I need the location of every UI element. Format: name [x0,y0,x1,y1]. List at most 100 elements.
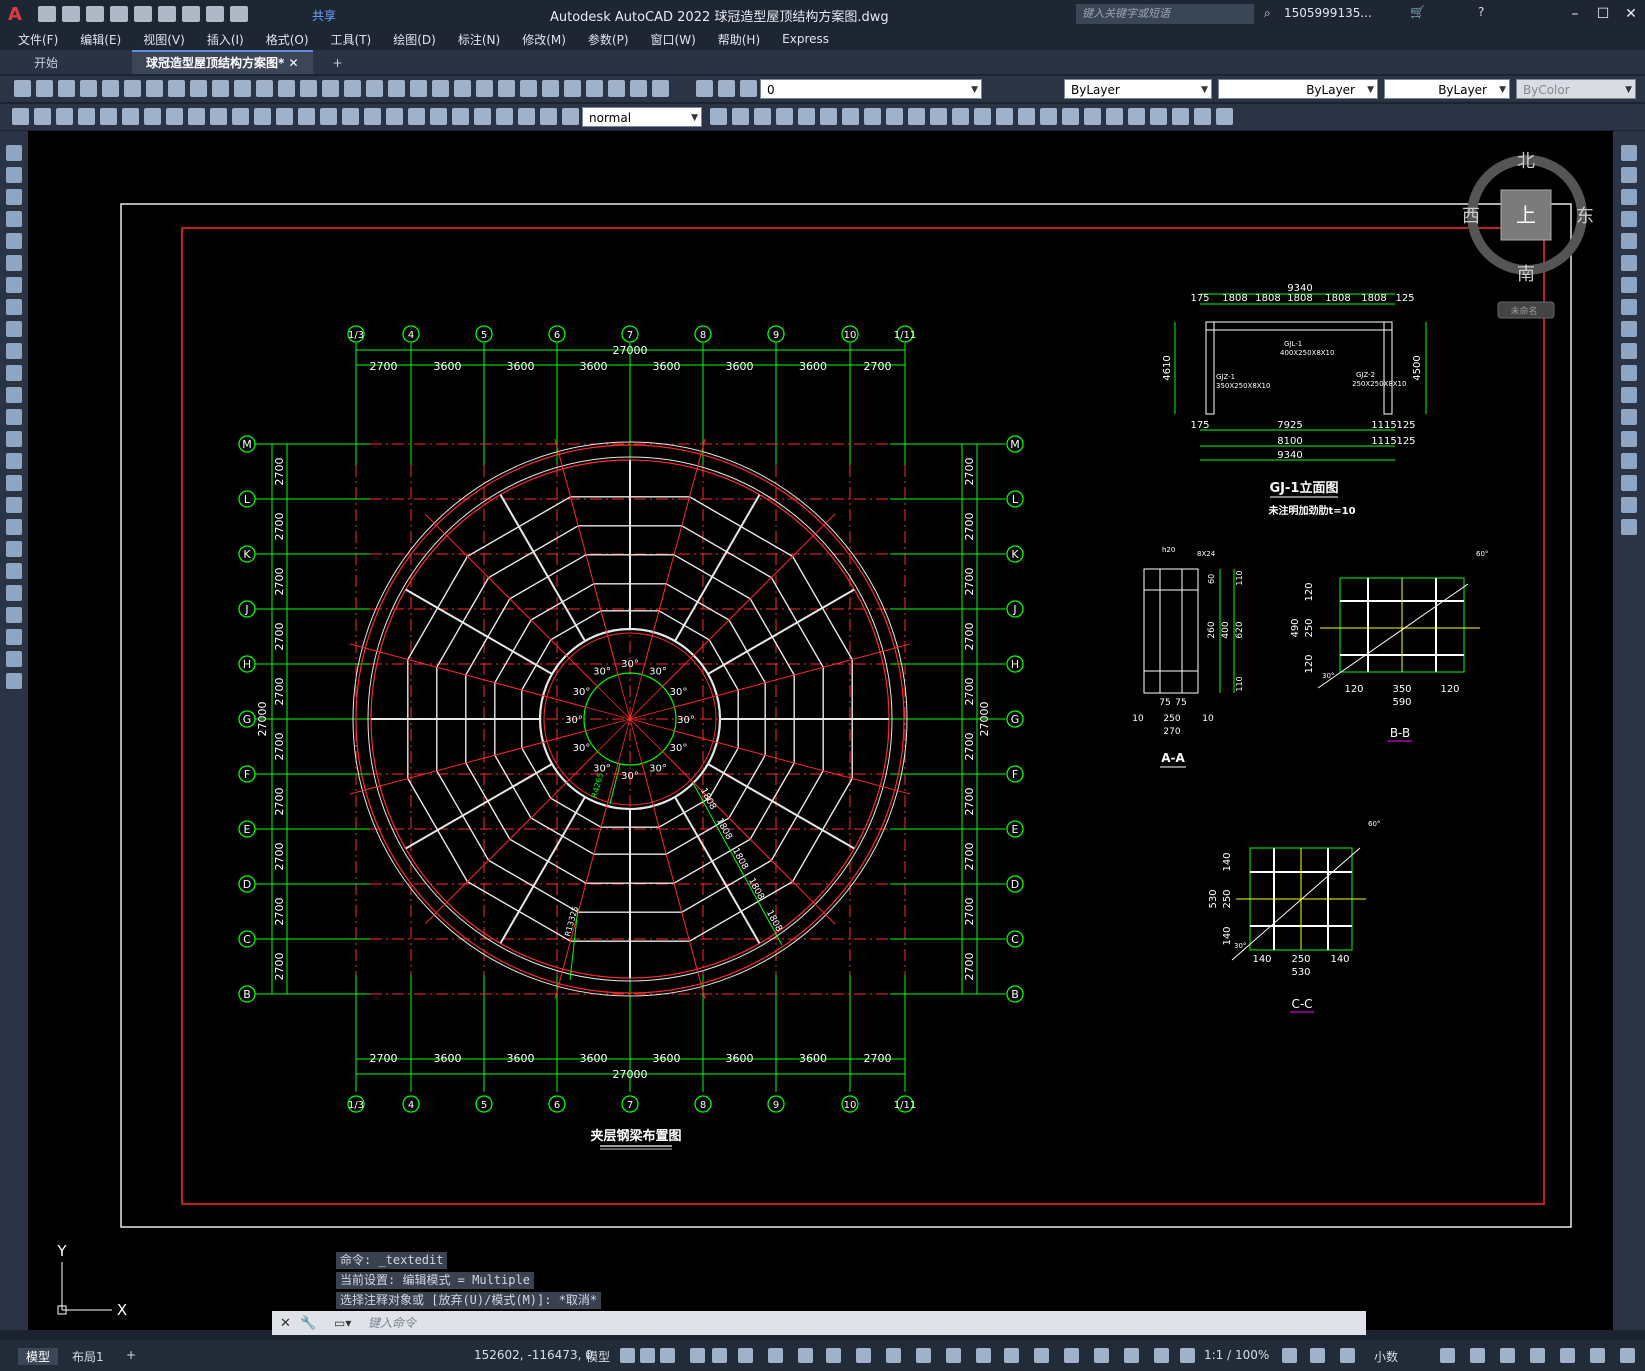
menu-express[interactable]: Express [782,32,829,46]
toolbar-tool-icon[interactable] [452,108,469,125]
toolbar-tool-icon[interactable] [166,108,183,125]
toolbar-tool-icon[interactable] [1106,108,1123,125]
toolbar-tool-icon[interactable] [476,80,493,97]
draw-tool-icon[interactable] [6,277,22,293]
open-web-icon[interactable] [134,6,152,22]
status-toggle-icon[interactable] [738,1348,753,1363]
status-toggle-icon[interactable] [1004,1348,1019,1363]
toolbar-tool-icon[interactable] [366,80,383,97]
modify-tool-icon[interactable] [1621,475,1637,491]
toolbar-tool-icon[interactable] [298,108,315,125]
add-layout-icon[interactable]: + [126,1348,136,1362]
status-toggle-icon[interactable] [1530,1348,1545,1363]
units-dropdown[interactable]: 小数 [1374,1348,1398,1365]
status-toggle-icon[interactable] [1034,1348,1049,1363]
draw-tool-icon[interactable] [6,607,22,623]
modify-tool-icon[interactable] [1621,211,1637,227]
toolbar-tool-icon[interactable] [1128,108,1145,125]
toolbar-tool-icon[interactable] [630,80,647,97]
drawing-canvas[interactable]: 2700 2700 3600 3600 3600 3600 3600 3600 3600 3600… [28,131,1613,1330]
close-command-icon[interactable]: ✕ [280,1316,291,1331]
compass-east[interactable]: 东 [1576,206,1594,227]
toolbar-tool-icon[interactable] [300,80,317,97]
toolbar-tool-icon[interactable] [908,108,925,125]
toolbar-tool-icon[interactable] [210,108,227,125]
toolbar-tool-icon[interactable] [608,80,625,97]
status-toggle-icon[interactable] [1560,1348,1575,1363]
command-input[interactable]: 键入命令 [272,1311,1366,1335]
draw-tool-icon[interactable] [6,651,22,667]
toolbar-tool-icon[interactable] [1084,108,1101,125]
modify-tool-icon[interactable] [1621,167,1637,183]
model-space-toggle[interactable]: 模型 [586,1348,610,1365]
draw-tool-icon[interactable] [6,189,22,205]
status-toggle-icon[interactable] [1282,1348,1297,1363]
model-tab[interactable]: 模型 [18,1348,59,1365]
annotation-scale[interactable]: 1:1 / 100% [1204,1348,1269,1362]
close-button[interactable]: ✕ [1620,4,1642,24]
share-button[interactable]: 共享 [312,7,336,24]
toolbar-tool-icon[interactable] [1150,108,1167,125]
toolbar-tool-icon[interactable] [520,80,537,97]
modify-tool-icon[interactable] [1621,453,1637,469]
draw-tool-icon[interactable] [6,409,22,425]
status-toggle-icon[interactable] [916,1348,931,1363]
status-toggle-icon[interactable] [690,1348,705,1363]
tab-drawing[interactable]: 球冠造型屋顶结构方案图* ✕ [132,50,313,74]
toolbar-tool-icon[interactable] [652,80,669,97]
menu-file[interactable]: 文件(F) [18,31,58,48]
toolbar-tool-icon[interactable] [540,108,557,125]
toolbar-tool-icon[interactable] [474,108,491,125]
modify-tool-icon[interactable] [1621,519,1637,535]
draw-tool-icon[interactable] [6,365,22,381]
toolbar-tool-icon[interactable] [842,108,859,125]
toolbar-tool-icon[interactable] [234,80,251,97]
modify-tool-icon[interactable] [1621,189,1637,205]
toolbar-tool-icon[interactable] [696,80,713,97]
status-toggle-icon[interactable] [946,1348,961,1363]
toolbar-tool-icon[interactable] [168,80,185,97]
status-toggle-icon[interactable] [1310,1348,1325,1363]
toolbar-tool-icon[interactable] [776,108,793,125]
drawing-svg[interactable]: 2700 2700 3600 3600 3600 3600 3600 3600 3600 3600… [28,131,1613,1330]
new-tab-button[interactable]: + [319,52,357,74]
status-toggle-icon[interactable] [1440,1348,1455,1363]
compass-north[interactable]: 北 [1517,151,1535,172]
status-toggle-icon[interactable] [660,1348,675,1363]
toolbar-tool-icon[interactable] [496,108,513,125]
toolbar-tool-icon[interactable] [996,108,1013,125]
toolbar-tool-icon[interactable] [718,80,735,97]
toolbar-tool-icon[interactable] [320,108,337,125]
status-toggle-icon[interactable] [798,1348,813,1363]
toolbar-tool-icon[interactable] [146,80,163,97]
status-toggle-icon[interactable] [1180,1348,1195,1363]
toolbar-tool-icon[interactable] [542,80,559,97]
toolbar-tool-icon[interactable] [78,108,95,125]
toolbar-tool-icon[interactable] [124,80,141,97]
menu-view[interactable]: 视图(V) [143,31,185,48]
menu-edit[interactable]: 编辑(E) [80,31,121,48]
modify-tool-icon[interactable] [1621,321,1637,337]
toolbar-tool-icon[interactable] [188,108,205,125]
draw-tool-icon[interactable] [6,519,22,535]
undo-icon[interactable] [206,6,224,22]
toolbar-tool-icon[interactable] [408,108,425,125]
status-toggle-icon[interactable] [1124,1348,1139,1363]
toolbar-tool-icon[interactable] [798,108,815,125]
cart-icon[interactable]: 🛒 [1410,5,1425,19]
status-toggle-icon[interactable] [620,1348,635,1363]
toolbar-tool-icon[interactable] [232,108,249,125]
status-toggle-icon[interactable] [1064,1348,1079,1363]
modify-tool-icon[interactable] [1621,299,1637,315]
toolbar-tool-icon[interactable] [886,108,903,125]
draw-tool-icon[interactable] [6,167,22,183]
draw-tool-icon[interactable] [6,541,22,557]
autocad-logo-icon[interactable]: A [0,0,30,28]
draw-tool-icon[interactable] [6,299,22,315]
toolbar-tool-icon[interactable] [254,108,271,125]
lineweight-dropdown[interactable]: ByLayer ▼ [1384,79,1510,99]
toolbar-tool-icon[interactable] [820,108,837,125]
draw-tool-icon[interactable] [6,321,22,337]
toolbar-tool-icon[interactable] [1216,108,1233,125]
draw-tool-icon[interactable] [6,585,22,601]
